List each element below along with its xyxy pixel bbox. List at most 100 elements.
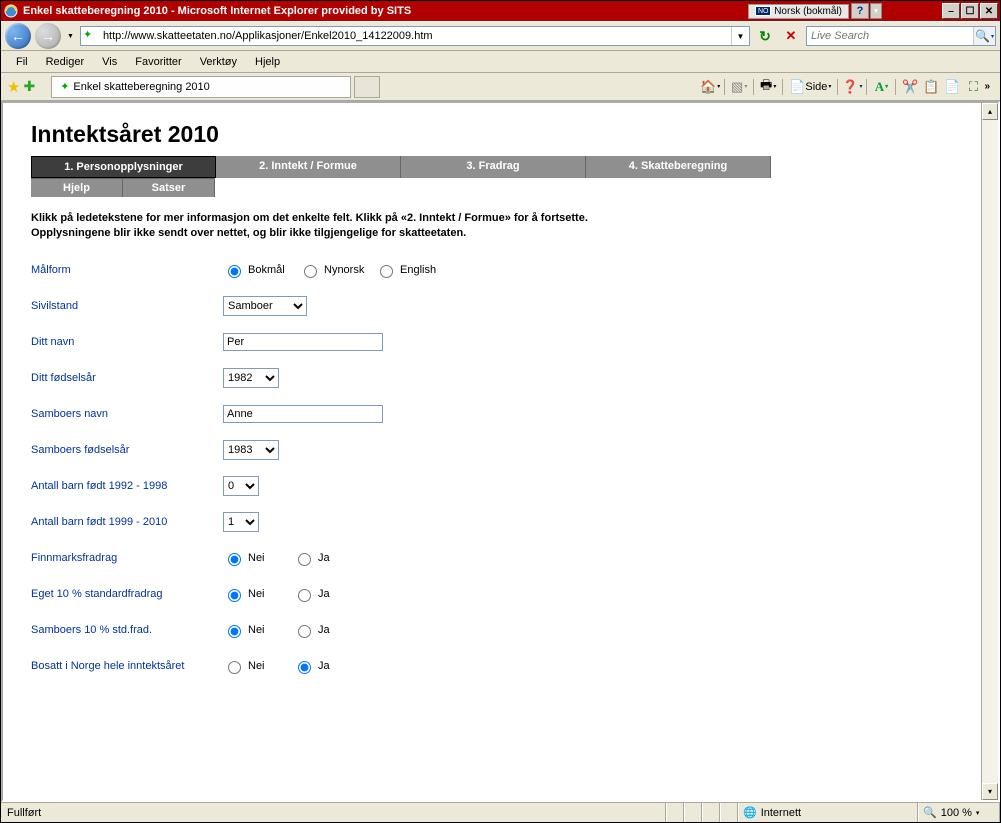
more-commands[interactable]: » bbox=[984, 81, 994, 92]
input-samboers-navn[interactable] bbox=[223, 405, 383, 423]
content-area: Inntektsåret 2010 1. Personopplysninger … bbox=[1, 101, 1000, 802]
minimize-button[interactable]: – bbox=[942, 3, 960, 19]
page-icon: ✦ bbox=[83, 28, 99, 44]
label-barn-1992-1998[interactable]: Antall barn født 1992 - 1998 bbox=[31, 480, 223, 492]
maximize-button[interactable]: ☐ bbox=[961, 3, 979, 19]
browser-tab[interactable]: ✦ Enkel skatteberegning 2010 bbox=[51, 76, 351, 98]
tab-bar: ★ ✚ ✦ Enkel skatteberegning 2010 🏠▾ ▧▾ 🖶… bbox=[1, 73, 1000, 101]
security-zone[interactable]: 🌐 Internett bbox=[738, 803, 918, 822]
label-malform[interactable]: Målform bbox=[31, 264, 223, 276]
label-ditt-navn[interactable]: Ditt navn bbox=[31, 336, 223, 348]
radio-finn-nei[interactable] bbox=[228, 553, 241, 566]
menu-favorites[interactable]: Favoritter bbox=[126, 53, 190, 71]
tab-personopplysninger[interactable]: 1. Personopplysninger bbox=[31, 156, 216, 178]
menu-tools[interactable]: Verktøy bbox=[191, 53, 246, 71]
label-eget-std[interactable]: Eget 10 % standardfradrag bbox=[31, 588, 223, 600]
tab-title: Enkel skatteberegning 2010 bbox=[73, 81, 209, 93]
command-bar: 🏠▾ ▧▾ 🖶▾ 📄 Side▾ ❓▾ A▾ ✂️ 📋 📄 ⛶ » bbox=[700, 77, 994, 97]
nav-history-dropdown[interactable]: ▼ bbox=[65, 33, 76, 40]
scroll-up-button[interactable]: ▴ bbox=[982, 103, 998, 120]
status-slot-3 bbox=[702, 803, 720, 822]
search-bar: 🔍▾ bbox=[806, 26, 996, 46]
close-button[interactable]: ✕ bbox=[980, 3, 998, 19]
tab-inntekt-formue[interactable]: 2. Inntekt / Formue bbox=[216, 156, 401, 178]
language-indicator[interactable]: NO Norsk (bokmål) bbox=[748, 4, 849, 19]
page-title: Inntektsåret 2010 bbox=[31, 121, 981, 148]
menu-help[interactable]: Hjelp bbox=[246, 53, 289, 71]
form: Målform Bokmål Nynorsk English Sivilstan… bbox=[31, 252, 981, 684]
radio-samstd-nei[interactable] bbox=[228, 625, 241, 638]
radio-samstd-ja[interactable] bbox=[298, 625, 311, 638]
status-slot-4 bbox=[720, 803, 738, 822]
select-sivilstand[interactable]: Samboer bbox=[223, 296, 307, 316]
status-bar: Fullført 🌐 Internett 🔍 100 % ▾ bbox=[1, 802, 1000, 822]
label-barn-1999-2010[interactable]: Antall barn født 1999 - 2010 bbox=[31, 516, 223, 528]
stop-button[interactable]: ✕ bbox=[780, 26, 802, 46]
status-slot-1 bbox=[666, 803, 684, 822]
label-samboers-navn[interactable]: Samboers navn bbox=[31, 408, 223, 420]
status-slot-2 bbox=[684, 803, 702, 822]
url-dropdown[interactable]: ▼ bbox=[731, 27, 749, 45]
label-finnmarksfradrag[interactable]: Finnmarksfradrag bbox=[31, 552, 223, 564]
vertical-scrollbar[interactable]: ▴ ▾ bbox=[981, 103, 998, 800]
status-text: Fullført bbox=[1, 803, 666, 822]
label-ditt-fodselsar[interactable]: Ditt fødselsår bbox=[31, 372, 223, 384]
print-icon[interactable]: 🖶▾ bbox=[758, 77, 778, 97]
select-ditt-fodselsar[interactable]: 1982 bbox=[223, 368, 279, 388]
radio-bokmal[interactable] bbox=[228, 265, 241, 278]
radio-eget-nei[interactable] bbox=[228, 589, 241, 602]
cut-icon[interactable]: ✂️ bbox=[900, 77, 920, 97]
zoom-control[interactable]: 🔍 100 % ▾ bbox=[918, 803, 1000, 822]
help-dropdown[interactable]: ▾ bbox=[870, 3, 882, 19]
instructions: Klikk på ledetekstene for mer informasjo… bbox=[31, 211, 751, 242]
input-ditt-navn[interactable] bbox=[223, 333, 383, 351]
url-input[interactable] bbox=[101, 30, 731, 42]
search-button[interactable]: 🔍▾ bbox=[973, 27, 995, 45]
radio-nynorsk[interactable] bbox=[304, 265, 317, 278]
radio-finn-ja[interactable] bbox=[298, 553, 311, 566]
label-bosatt[interactable]: Bosatt i Norge hele inntektsåret bbox=[31, 660, 223, 672]
scroll-down-button[interactable]: ▾ bbox=[982, 783, 998, 800]
main-tabs: 1. Personopplysninger 2. Inntekt / Formu… bbox=[31, 156, 981, 178]
new-tab-button[interactable] bbox=[354, 76, 380, 98]
home-icon[interactable]: 🏠▾ bbox=[700, 77, 720, 97]
copy-icon[interactable]: 📋 bbox=[921, 77, 941, 97]
help-button[interactable]: ? bbox=[851, 3, 869, 19]
tools-icon[interactable]: ❓▾ bbox=[842, 77, 862, 97]
address-bar: ✦ ▼ bbox=[80, 26, 750, 46]
label-samboers-fodselsar[interactable]: Samboers fødselsår bbox=[31, 444, 223, 456]
select-barn-1999-2010[interactable]: 1 bbox=[223, 512, 259, 532]
label-samboers-std[interactable]: Samboers 10 % std.frad. bbox=[31, 624, 223, 636]
tab-fradrag[interactable]: 3. Fradrag bbox=[401, 156, 586, 178]
menu-view[interactable]: Vis bbox=[93, 53, 126, 71]
subtab-satser[interactable]: Satser bbox=[123, 178, 215, 197]
favorites-star-icon[interactable]: ★ bbox=[7, 78, 20, 96]
radio-eget-ja[interactable] bbox=[298, 589, 311, 602]
refresh-button[interactable]: ↻ bbox=[754, 26, 776, 46]
feeds-icon[interactable]: ▧▾ bbox=[729, 77, 749, 97]
zoom-icon: 🔍 bbox=[923, 806, 937, 819]
menu-edit[interactable]: Rediger bbox=[37, 53, 94, 71]
search-input[interactable] bbox=[807, 30, 973, 42]
radio-bosatt-nei[interactable] bbox=[228, 661, 241, 674]
radio-english[interactable] bbox=[380, 265, 393, 278]
back-button[interactable]: ← bbox=[5, 23, 31, 49]
select-barn-1992-1998[interactable]: 0 bbox=[223, 476, 259, 496]
ie-icon bbox=[3, 3, 19, 19]
fullscreen-icon[interactable]: ⛶ bbox=[963, 77, 983, 97]
menu-bar: Fil Rediger Vis Favoritter Verktøy Hjelp bbox=[1, 51, 1000, 73]
menu-file[interactable]: Fil bbox=[7, 53, 37, 71]
page-menu[interactable]: 📄 Side▾ bbox=[787, 77, 833, 97]
titlebar: Enkel skatteberegning 2010 - Microsoft I… bbox=[1, 1, 1000, 21]
select-samboers-fodselsar[interactable]: 1983 bbox=[223, 440, 279, 460]
forward-button[interactable]: → bbox=[35, 23, 61, 49]
radio-bosatt-ja[interactable] bbox=[298, 661, 311, 674]
scroll-track[interactable] bbox=[982, 120, 998, 783]
subtab-hjelp[interactable]: Hjelp bbox=[31, 178, 123, 197]
browser-window: Enkel skatteberegning 2010 - Microsoft I… bbox=[0, 0, 1001, 823]
font-icon[interactable]: A▾ bbox=[871, 77, 891, 97]
tab-skatteberegning[interactable]: 4. Skatteberegning bbox=[586, 156, 771, 178]
paste-icon[interactable]: 📄 bbox=[942, 77, 962, 97]
add-favorite-icon[interactable]: ✚ bbox=[23, 78, 35, 95]
label-sivilstand[interactable]: Sivilstand bbox=[31, 300, 223, 312]
